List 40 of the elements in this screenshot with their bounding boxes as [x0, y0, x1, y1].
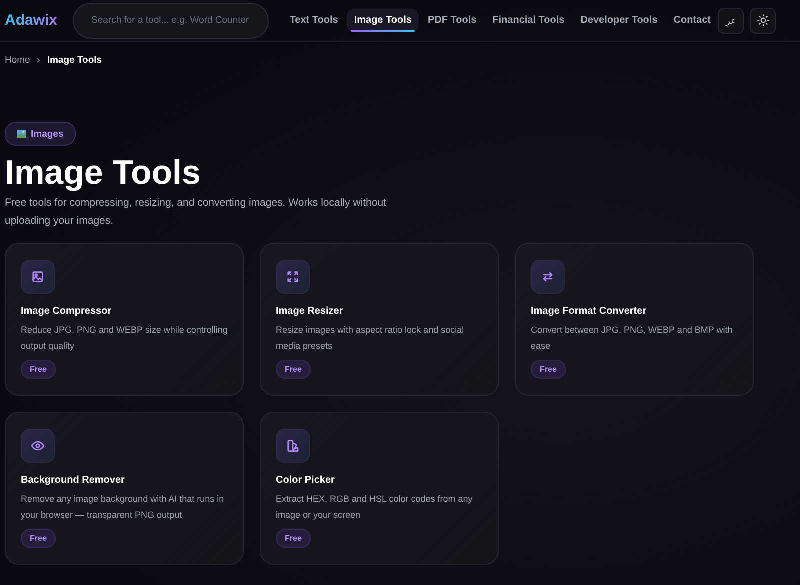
nav-tab[interactable]: Contact [666, 9, 718, 32]
chevron-icon [36, 58, 42, 62]
swatch-icon [285, 438, 301, 454]
tool-card[interactable]: Background Remover Remove any image background with AI that runs in your browser — transparent PNG output Free [5, 412, 244, 565]
landscape-icon [17, 130, 26, 138]
tool-description: Reduce JPG, PNG and WEBP size while controlling output quality [21, 324, 228, 353]
price-tag: Free [21, 529, 56, 548]
tool-description: Convert between JPG, PNG, WEBP and BMP with ease [531, 324, 734, 352]
theme-button[interactable] [750, 8, 776, 34]
page-title: Image Tools [5, 153, 202, 193]
tool-name: Image Resizer [276, 306, 344, 317]
tool-description: Remove any image background with AI that runs in your browser — transparent PNG output [21, 493, 226, 522]
tool-name: Image Format Converter [531, 306, 648, 317]
tool-name: Color Picker [276, 475, 336, 486]
image-icon [30, 269, 46, 285]
tool-description: Resize images with aspect ratio lock and social media presets [276, 324, 466, 353]
tool-card[interactable]: Image Format Converter Convert between JPG, PNG, WEBP and BMP with ease Free [515, 243, 754, 396]
tool-name: Image Compressor [21, 306, 113, 317]
tool-name: Background Remover [21, 475, 126, 486]
tool-card[interactable]: Image Resizer Resize images with aspect ratio lock and social media presets Free [260, 243, 499, 396]
nav-tab[interactable]: Image Tools [347, 9, 419, 32]
breadcrumb-current: Image Tools [47, 54, 102, 66]
language-button[interactable]: عر [718, 8, 744, 34]
nav-tab[interactable]: Developer Tools [574, 9, 665, 32]
page-subtitle: Free tools for compressing, resizing, and converting images. Works locally without uploading your images. [5, 196, 388, 228]
expand-icon [285, 269, 301, 285]
search-field[interactable]: Search for a tool... e.g. Word Counter [72, 2, 269, 38]
nav-tab[interactable]: PDF Tools [420, 9, 484, 32]
tool-card[interactable]: Color Picker Extract HEX, RGB and HSL color codes from any image or your screen Free [260, 412, 499, 565]
nav-tab[interactable]: Text Tools [282, 9, 346, 32]
category-badge: Images [5, 122, 76, 146]
tool-description: Extract HEX, RGB and HSL color codes from any image or your screen [276, 493, 474, 522]
breadcrumb-link[interactable]: Home [5, 54, 30, 66]
nav-tab[interactable]: Financial Tools [486, 9, 572, 32]
sun-icon [756, 14, 770, 27]
price-tag: Free [276, 360, 311, 379]
price-tag: Free [531, 360, 566, 379]
price-tag: Free [21, 360, 56, 379]
tool-card[interactable]: Image Compressor Reduce JPG, PNG and WEBP size while controlling output quality Free [5, 243, 244, 396]
price-tag: Free [276, 529, 311, 548]
